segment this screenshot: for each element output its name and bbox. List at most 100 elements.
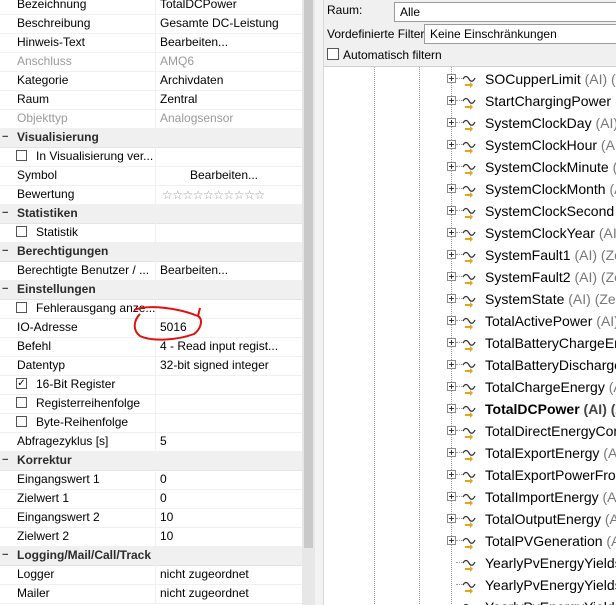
property-value[interactable]: Gesamte DC-Leistung — [160, 16, 279, 30]
tree-item[interactable]: SystemClockHour (AI) ( — [324, 134, 616, 156]
property-value[interactable]: 10 — [160, 529, 173, 543]
expand-plus-icon[interactable] — [447, 536, 456, 545]
tree-item[interactable]: YearlyPvEnergyYields2 — [324, 574, 616, 596]
property-value[interactable]: 0 — [160, 472, 167, 486]
tree-item[interactable]: TotalActivePower (AI) ( — [324, 310, 616, 332]
property-value[interactable]: 0 — [160, 491, 167, 505]
expand-plus-icon[interactable] — [447, 360, 456, 369]
property-row[interactable]: Datentyp 32-bit signed integer — [0, 356, 302, 376]
property-value[interactable]: 32-bit signed integer — [160, 358, 269, 372]
tree-item[interactable]: TotalExportPowerFron — [324, 464, 616, 486]
expand-plus-icon[interactable] — [447, 184, 456, 193]
property-row-rating[interactable]: Bewertung ☆☆☆☆☆☆☆☆☆☆ — [0, 185, 302, 205]
expand-plus-icon[interactable] — [447, 514, 456, 523]
rating-stars-icon[interactable]: ☆☆☆☆☆☆☆☆☆☆ — [162, 188, 265, 202]
category-header[interactable]: − Statistiken — [0, 204, 302, 224]
property-row[interactable]: Beschreibung Gesamte DC-Leistung — [0, 14, 302, 34]
property-row-checkbox[interactable]: In Visualisierung ver... — [0, 147, 302, 167]
category-header[interactable]: − Berechtigungen — [0, 242, 302, 262]
expand-plus-icon[interactable] — [447, 316, 456, 325]
property-value[interactable]: Archivdaten — [160, 73, 223, 87]
tree-item[interactable]: SystemClockMonth (AI — [324, 178, 616, 200]
property-row[interactable]: Abfragezyklus [s] 5 — [0, 432, 302, 452]
property-row[interactable]: Zielwert 1 0 — [0, 489, 302, 509]
property-row-checkbox[interactable]: Statistik — [0, 223, 302, 243]
tree-item[interactable]: YearlyPvEnergyYields3 — [324, 596, 616, 605]
tree-item[interactable]: SystemClockSecond (A — [324, 200, 616, 222]
tree-item[interactable]: TotalBatteryDischarge — [324, 354, 616, 376]
tree-item[interactable]: SystemClockYear (AI) ( — [324, 222, 616, 244]
tree-item[interactable]: SystemFault1 (AI) (Ze — [324, 244, 616, 266]
category-header[interactable]: − Korrektur — [0, 451, 302, 471]
expand-plus-icon[interactable] — [447, 470, 456, 479]
property-value[interactable]: Bearbeiten... — [160, 35, 228, 49]
panel-splitter[interactable] — [315, 0, 324, 605]
property-value[interactable]: nicht zugeordnet — [160, 586, 249, 600]
property-row[interactable]: Mailer nicht zugeordnet — [0, 584, 302, 604]
property-value[interactable]: Zentral — [160, 92, 197, 106]
vertical-scrollbar[interactable] — [302, 0, 315, 605]
tree-item[interactable]: TotalImportEnergy (A — [324, 486, 616, 508]
tree-item[interactable]: TotalOutputEnergy (A — [324, 508, 616, 530]
property-row[interactable]: Hinweis-Text Bearbeiten... — [0, 33, 302, 53]
expand-plus-icon[interactable] — [447, 118, 456, 127]
tree-item[interactable]: TotalChargeEnergy (A — [324, 376, 616, 398]
property-row[interactable]: Anschluss AMQ6 — [0, 52, 302, 72]
tree-item[interactable]: TotalBatteryChargeEn — [324, 332, 616, 354]
property-checkbox[interactable] — [16, 150, 27, 161]
property-row-checkbox[interactable]: Byte-Reihenfolge — [0, 413, 302, 433]
expand-plus-icon[interactable] — [447, 206, 456, 215]
property-row[interactable]: Logger nicht zugeordnet — [0, 565, 302, 585]
property-checkbox[interactable] — [16, 416, 27, 427]
expand-plus-icon[interactable] — [447, 426, 456, 435]
expand-plus-icon[interactable] — [447, 404, 456, 413]
property-value[interactable]: 10 — [160, 510, 173, 524]
expand-plus-icon[interactable] — [447, 272, 456, 281]
collapse-icon[interactable]: − — [2, 454, 8, 466]
property-value[interactable]: Bearbeiten... — [160, 263, 228, 277]
property-row[interactable]: Symbol Bearbeiten... — [0, 166, 302, 186]
property-value[interactable]: Analogsensor — [160, 111, 233, 125]
property-row-checkbox[interactable]: ✓ 16-Bit Register — [0, 375, 302, 395]
tree-item[interactable]: TotalExportEnergy (AI — [324, 442, 616, 464]
tree-item[interactable]: TotalDCPower (AI) (Z — [324, 398, 616, 420]
expand-plus-icon[interactable] — [447, 96, 456, 105]
tree-item[interactable]: SOCupperLimit (AI) (Z — [324, 68, 616, 90]
tree-item[interactable]: YearlyPvEnergyYields1 — [324, 552, 616, 574]
tree-item[interactable]: TotalPVGeneration (A — [324, 530, 616, 552]
property-row[interactable]: Bezeichnung TotalDCPower — [0, 0, 302, 15]
property-row[interactable]: Eingangswert 2 10 — [0, 508, 302, 528]
tree-item[interactable]: StartChargingPower (AI — [324, 90, 616, 112]
expand-plus-icon[interactable] — [447, 140, 456, 149]
expand-plus-icon[interactable] — [447, 448, 456, 457]
property-checkbox[interactable] — [16, 226, 27, 237]
property-checkbox[interactable] — [16, 302, 27, 313]
expand-plus-icon[interactable] — [447, 162, 456, 171]
preset-filter-select[interactable]: Keine Einschränkungen — [424, 24, 616, 44]
collapse-icon[interactable]: − — [2, 207, 8, 219]
property-row[interactable]: Kategorie Archivdaten — [0, 71, 302, 91]
tree-item[interactable]: SystemClockMinute (A — [324, 156, 616, 178]
property-checkbox[interactable]: ✓ — [16, 378, 27, 389]
property-row-checkbox[interactable]: Registerreihenfolge — [0, 394, 302, 414]
property-value[interactable]: Bearbeiten... — [160, 168, 288, 182]
expand-plus-icon[interactable] — [447, 382, 456, 391]
tree-item[interactable]: TotalDirectEnergyCon — [324, 420, 616, 442]
property-row[interactable]: Raum Zentral — [0, 90, 302, 110]
tree-item[interactable]: SystemFault2 (AI) (Ze — [324, 266, 616, 288]
expand-plus-icon[interactable] — [447, 338, 456, 347]
property-value[interactable]: TotalDCPower — [160, 0, 237, 11]
property-row[interactable]: Eingangswert 1 0 — [0, 470, 302, 490]
property-value[interactable]: 5 — [160, 434, 167, 448]
expand-plus-icon[interactable] — [447, 492, 456, 501]
tree-item[interactable]: SystemClockDay (AI) (Z — [324, 112, 616, 134]
auto-filter-checkbox[interactable] — [327, 48, 339, 60]
property-checkbox[interactable] — [16, 397, 27, 408]
collapse-icon[interactable]: − — [2, 283, 8, 295]
category-header[interactable]: − Visualisierung — [0, 128, 302, 148]
property-value[interactable]: nicht zugeordnet — [160, 567, 249, 581]
property-row[interactable]: Berechtigte Benutzer / ... Bearbeiten... — [0, 261, 302, 281]
collapse-icon[interactable]: − — [2, 245, 8, 257]
tree-item[interactable]: SystemState (AI) (Zen — [324, 288, 616, 310]
expand-plus-icon[interactable] — [447, 228, 456, 237]
